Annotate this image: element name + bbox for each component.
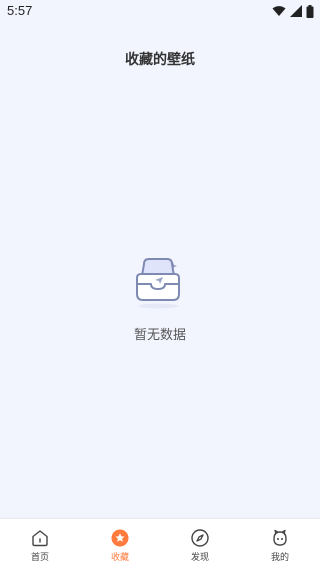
- status-time: 5:57: [7, 3, 33, 18]
- compass-icon: [191, 529, 209, 547]
- tab-home-label: 首页: [30, 553, 49, 563]
- empty-state: 暂无数据: [0, 256, 320, 343]
- star-icon: [111, 529, 129, 547]
- profile-face-icon: [273, 529, 287, 546]
- empty-message: 暂无数据: [133, 328, 186, 343]
- tab-discover-label: 发现: [190, 553, 209, 563]
- status-bar: 5:57: [0, 0, 320, 24]
- signal-icon: [290, 5, 302, 17]
- tab-discover[interactable]: 发现: [160, 519, 240, 569]
- battery-icon: [306, 4, 314, 18]
- page-title: 收藏的壁纸: [125, 52, 195, 68]
- home-icon: [32, 530, 48, 547]
- wifi-icon: [272, 6, 286, 16]
- empty-inbox-icon: [136, 258, 180, 309]
- status-icons: [272, 4, 314, 18]
- tab-home[interactable]: 首页: [0, 519, 80, 569]
- tab-favorites-label: 收藏: [110, 553, 129, 563]
- bottom-tab-bar: 首页 收藏 发现 我的: [0, 518, 320, 569]
- tab-favorites[interactable]: 收藏: [80, 519, 160, 569]
- tab-profile-label: 我的: [270, 553, 289, 563]
- tab-profile[interactable]: 我的: [240, 519, 320, 569]
